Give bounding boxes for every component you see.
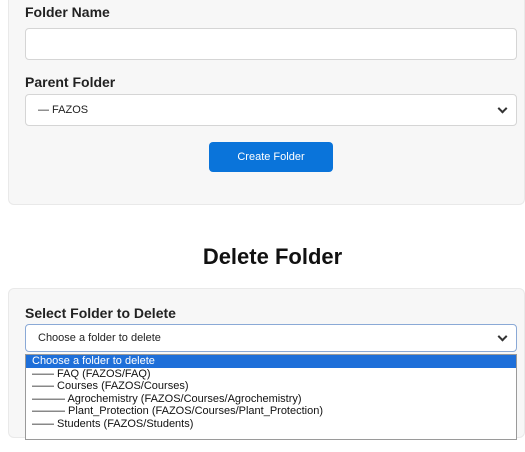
dropdown-option[interactable]: ——— Agrochemistry (FAZOS/Courses/Agroche…	[26, 393, 516, 406]
dropdown-option[interactable]: —— FAQ (FAZOS/FAQ)	[26, 368, 516, 381]
select-folder-to-delete-label: Select Folder to Delete	[25, 305, 176, 321]
parent-folder-select[interactable]: — FAZOS	[25, 94, 517, 126]
dropdown-option[interactable]: —— Students (FAZOS/Students)	[26, 418, 516, 431]
create-folder-button[interactable]: Create Folder	[209, 142, 333, 172]
chevron-down-icon	[497, 103, 508, 114]
folder-name-input[interactable]	[25, 28, 517, 60]
folder-name-label: Folder Name	[25, 4, 110, 20]
dropdown-option[interactable]: Choose a folder to delete	[26, 355, 516, 368]
dropdown-option[interactable]: —— Courses (FAZOS/Courses)	[26, 380, 516, 393]
delete-folder-selected-value: Choose a folder to delete	[38, 332, 161, 344]
parent-folder-label: Parent Folder	[25, 74, 116, 90]
parent-folder-selected-value: — FAZOS	[38, 104, 89, 116]
delete-folder-heading: Delete Folder	[202, 244, 343, 269]
dropdown-option[interactable]: ——— Plant_Protection (FAZOS/Courses/Plan…	[26, 405, 516, 418]
chevron-down-icon	[497, 331, 508, 342]
delete-folder-select[interactable]: Choose a folder to delete	[25, 324, 517, 352]
delete-folder-dropdown-list: Choose a folder to delete —— FAQ (FAZOS/…	[25, 354, 517, 440]
page: Folder Name Parent Folder — FAZOS Create…	[0, 0, 525, 452]
